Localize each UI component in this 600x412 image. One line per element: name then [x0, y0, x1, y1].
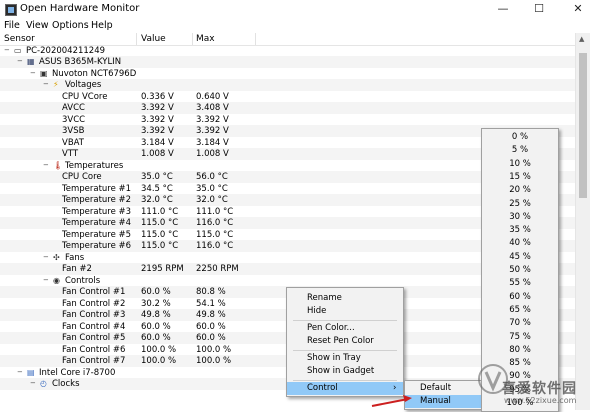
watermark-url: www.52zixue.com	[504, 396, 577, 405]
watermark-text: 喜爱软件园	[502, 381, 577, 397]
arrow-head	[403, 395, 412, 402]
arrow-shaft	[371, 398, 409, 407]
watermark: 喜爱软件园 www.52zixue.com	[478, 352, 598, 410]
red-arrow-annotation	[371, 395, 412, 407]
